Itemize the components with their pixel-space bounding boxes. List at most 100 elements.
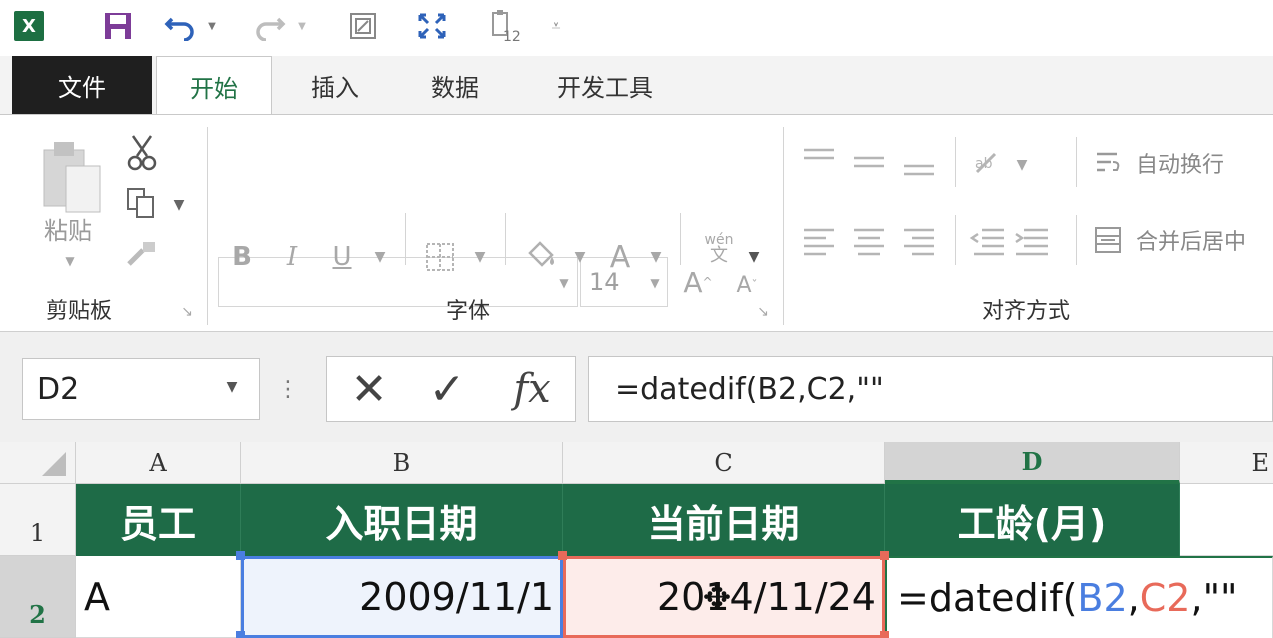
formula-input[interactable]: =datedif(B2,C2,"" <box>588 356 1273 422</box>
vertical-align-icons[interactable] <box>796 137 946 187</box>
form-icon[interactable]: 12 <box>485 8 525 44</box>
merge-center-label[interactable]: 合并后居中 <box>1136 219 1273 261</box>
ribbon-tabs: 文件 开始 插入 数据 开发工具 <box>0 56 1273 115</box>
formula-prefix: =datedif( <box>897 576 1078 620</box>
excel-logo-text: X <box>14 11 44 41</box>
column-header-c[interactable]: C <box>563 442 885 484</box>
cell-d2-editing[interactable]: =datedif(B2, C2 ,"" <box>885 556 1273 638</box>
range-handle-b2-bl[interactable] <box>236 631 245 638</box>
tab-home[interactable]: 开始 <box>156 56 272 115</box>
copy-icon[interactable] <box>120 183 164 223</box>
clipboard-launcher-icon[interactable]: ↘ <box>178 303 196 321</box>
orientation-icon[interactable]: ab <box>966 139 1010 187</box>
underline-dropdown-icon[interactable]: ▼ <box>370 245 390 269</box>
align-separator <box>955 137 956 187</box>
orientation-dropdown-icon[interactable]: ▼ <box>1012 153 1032 177</box>
underline-button[interactable]: U <box>322 233 362 281</box>
align-separator-4 <box>1076 215 1077 265</box>
fill-color-icon[interactable] <box>518 229 566 281</box>
formula-suffix: ,"" <box>1190 576 1238 620</box>
bold-button[interactable]: B <box>224 233 260 281</box>
tab-developer[interactable]: 开发工具 <box>535 56 675 114</box>
indent-icons[interactable] <box>966 215 1056 265</box>
customize-qat-icon[interactable]: ⩡ <box>545 8 567 44</box>
font-separator-2 <box>505 213 506 265</box>
italic-button[interactable]: I <box>274 233 310 281</box>
range-handle-b2-tl[interactable] <box>236 551 245 560</box>
align-separator-3 <box>955 215 956 265</box>
save-icon[interactable] <box>98 8 138 44</box>
wrap-text-icon[interactable] <box>1090 143 1126 183</box>
quick-access-toolbar: X ▼ ▼ 12 ⩡ <box>0 0 1273 56</box>
name-box-dropdown-icon[interactable]: ▼ <box>220 372 244 402</box>
excel-logo-icon: X <box>12 8 46 44</box>
tab-file[interactable]: 文件 <box>12 56 152 114</box>
merge-center-icon[interactable] <box>1090 219 1126 261</box>
select-all-icon <box>42 452 66 476</box>
cell-e1[interactable] <box>1180 484 1273 556</box>
paste-icon[interactable] <box>36 133 106 223</box>
font-color-dropdown-icon[interactable]: ▼ <box>646 245 666 269</box>
range-handle-c2-tl[interactable] <box>558 551 567 560</box>
undo-icon[interactable] <box>160 8 200 44</box>
column-header-d[interactable]: D <box>885 442 1180 484</box>
formula-bar: D2 ▼ ⋮ ✕ ✓ fx =datedif(B2,C2,"" <box>0 332 1273 442</box>
move-cursor-icon: ✥ <box>702 578 732 618</box>
enter-icon[interactable]: ✓ <box>419 364 475 415</box>
format-painter-icon[interactable] <box>120 233 164 273</box>
cell-a2[interactable]: A <box>76 556 241 638</box>
cut-icon[interactable] <box>120 131 164 175</box>
column-header-b[interactable]: B <box>241 442 563 484</box>
formula-sep: , <box>1127 576 1140 620</box>
column-header-e[interactable]: E <box>1180 442 1273 484</box>
column-header-a[interactable]: A <box>76 442 241 484</box>
group-separator-2 <box>783 127 784 325</box>
svg-text:12: 12 <box>503 29 521 43</box>
horizontal-align-icons[interactable] <box>796 215 946 265</box>
borders-icon[interactable] <box>418 233 462 281</box>
cell-c1[interactable]: 当前日期 <box>563 484 885 556</box>
select-all-button[interactable] <box>0 442 76 484</box>
phonetic-guide-icon[interactable]: wén 文 <box>694 219 744 279</box>
redo-dropdown-icon[interactable]: ▼ <box>292 8 312 44</box>
font-color-button[interactable]: A <box>600 233 640 281</box>
font-launcher-icon[interactable]: ↘ <box>754 303 772 321</box>
insert-function-button[interactable]: fx <box>497 365 567 413</box>
fill-color-dropdown-icon[interactable]: ▼ <box>570 245 590 269</box>
borders-dropdown-icon[interactable]: ▼ <box>470 245 490 269</box>
align-separator-2 <box>1076 137 1077 187</box>
cell-d1[interactable]: 工龄(月) <box>885 484 1180 556</box>
font-size-dropdown-icon[interactable]: ▼ <box>644 265 666 301</box>
phonetic-bottom: 文 <box>710 245 728 266</box>
formula-ref-c2: C2 <box>1139 576 1191 620</box>
ribbon-home: 粘贴 ▼ ▼ 剪贴板 ↘ ▼ 14 ▼ A ^ Aˇ B I U ▼ ▼ ▼ A … <box>0 114 1273 332</box>
touch-mode-icon[interactable] <box>343 8 383 44</box>
cell-a1[interactable]: 员工 <box>76 484 241 556</box>
formula-buttons: ✕ ✓ fx <box>326 356 576 422</box>
tab-data[interactable]: 数据 <box>410 56 500 114</box>
cell-b1[interactable]: 入职日期 <box>241 484 563 556</box>
copy-dropdown-icon[interactable]: ▼ <box>168 195 190 215</box>
wrap-text-label[interactable]: 自动换行 <box>1136 143 1266 183</box>
font-separator-3 <box>680 213 681 265</box>
row-header-2[interactable]: 2 <box>0 556 76 638</box>
row-header-1[interactable]: 1 <box>0 484 76 556</box>
formula-ref-b2: B2 <box>1077 576 1128 620</box>
redo-icon[interactable] <box>250 8 290 44</box>
tab-insert[interactable]: 插入 <box>290 56 380 114</box>
alignment-group-label: 对齐方式 <box>982 299 1071 324</box>
undo-dropdown-icon[interactable]: ▼ <box>202 8 222 44</box>
fullscreen-icon[interactable] <box>412 8 452 44</box>
paste-dropdown-icon[interactable]: ▼ <box>60 251 80 271</box>
formula-bar-grip-icon[interactable]: ⋮ <box>277 372 299 406</box>
range-handle-c2-br[interactable] <box>880 631 889 638</box>
font-group-label: 字体 <box>446 299 491 324</box>
phonetic-dropdown-icon[interactable]: ▼ <box>744 245 764 269</box>
paste-label[interactable]: 粘贴 <box>38 211 98 245</box>
cancel-icon[interactable]: ✕ <box>341 364 397 415</box>
svg-text:ab: ab <box>975 156 993 172</box>
font-separator <box>405 213 406 265</box>
cell-b2[interactable]: 2009/11/1 <box>241 556 563 638</box>
range-handle-c2-tr[interactable] <box>880 551 889 560</box>
worksheet-grid: A B C D E 1 2 员工 入职日期 当前日期 工龄(月) A 2009/… <box>0 442 1273 638</box>
